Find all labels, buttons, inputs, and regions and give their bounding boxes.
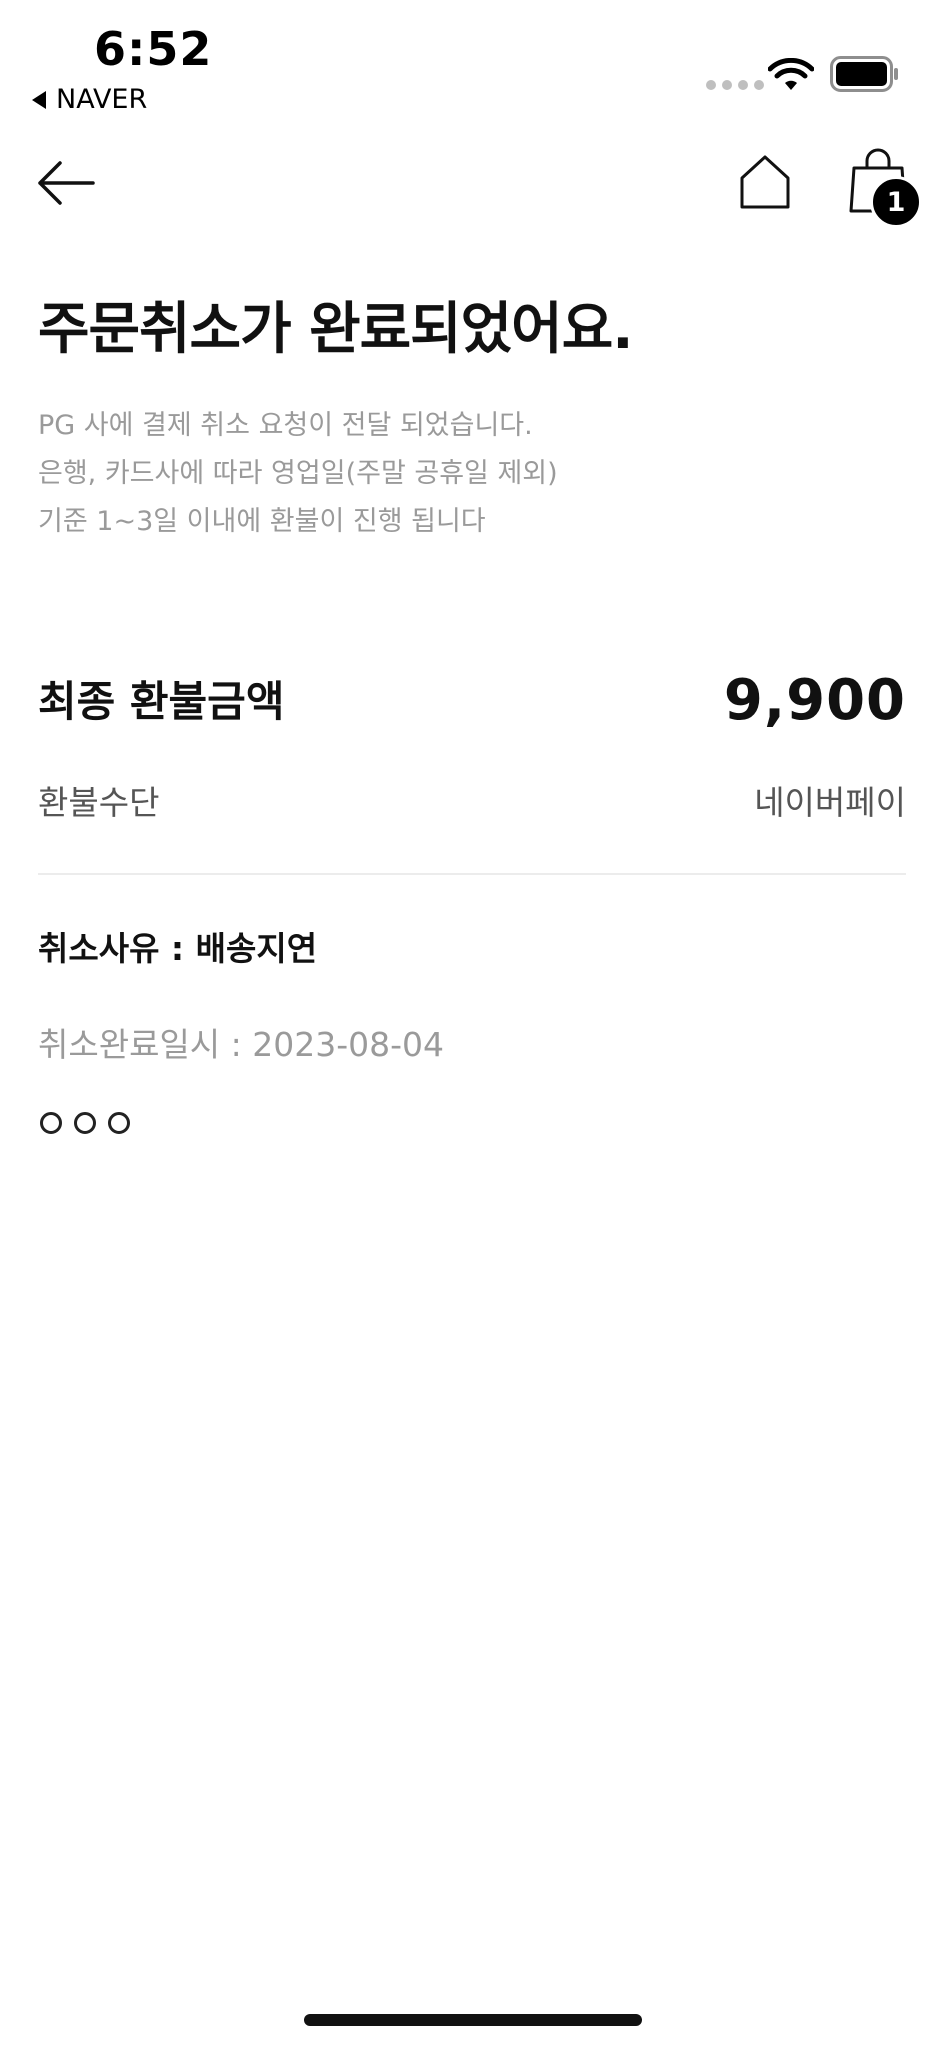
back-triangle-icon xyxy=(32,90,46,109)
page-title: 주문취소가 완료되었어요. xyxy=(38,297,633,362)
back-to-app-link[interactable]: NAVER xyxy=(32,84,147,115)
cancel-description: PG 사에 결제 취소 요청이 전달 되었습니다. 은행, 카드사에 따라 영업… xyxy=(38,402,558,546)
home-icon[interactable] xyxy=(738,154,792,210)
section-divider xyxy=(38,873,906,875)
refund-method-value: 네이버페이 xyxy=(754,783,906,822)
cellular-signal-icon xyxy=(706,80,764,90)
refund-method-label: 환불수단 xyxy=(38,783,160,822)
home-indicator[interactable] xyxy=(304,2014,642,2026)
status-time: 6:52 xyxy=(94,22,213,76)
cancel-reason: 취소사유 : 배송지연 xyxy=(38,929,318,968)
description-line: 은행, 카드사에 따라 영업일(주말 공휴일 제외) xyxy=(38,458,558,489)
back-app-label: NAVER xyxy=(56,84,148,115)
final-refund-amount: 9,900 xyxy=(723,668,906,733)
battery-icon xyxy=(830,56,898,92)
description-line: 기준 1~3일 이내에 환불이 진행 됩니다 xyxy=(38,506,486,537)
more-options-icon[interactable] xyxy=(40,1112,130,1134)
final-refund-label: 최종 환불금액 xyxy=(38,677,285,726)
arrow-left-icon[interactable] xyxy=(36,160,96,206)
description-line: PG 사에 결제 취소 요청이 전달 되었습니다. xyxy=(38,410,533,441)
cancel-completed-date: 취소완료일시 : 2023-08-04 xyxy=(38,1025,445,1064)
cart-count-badge[interactable]: 1 xyxy=(870,176,922,228)
wifi-icon xyxy=(768,58,814,90)
